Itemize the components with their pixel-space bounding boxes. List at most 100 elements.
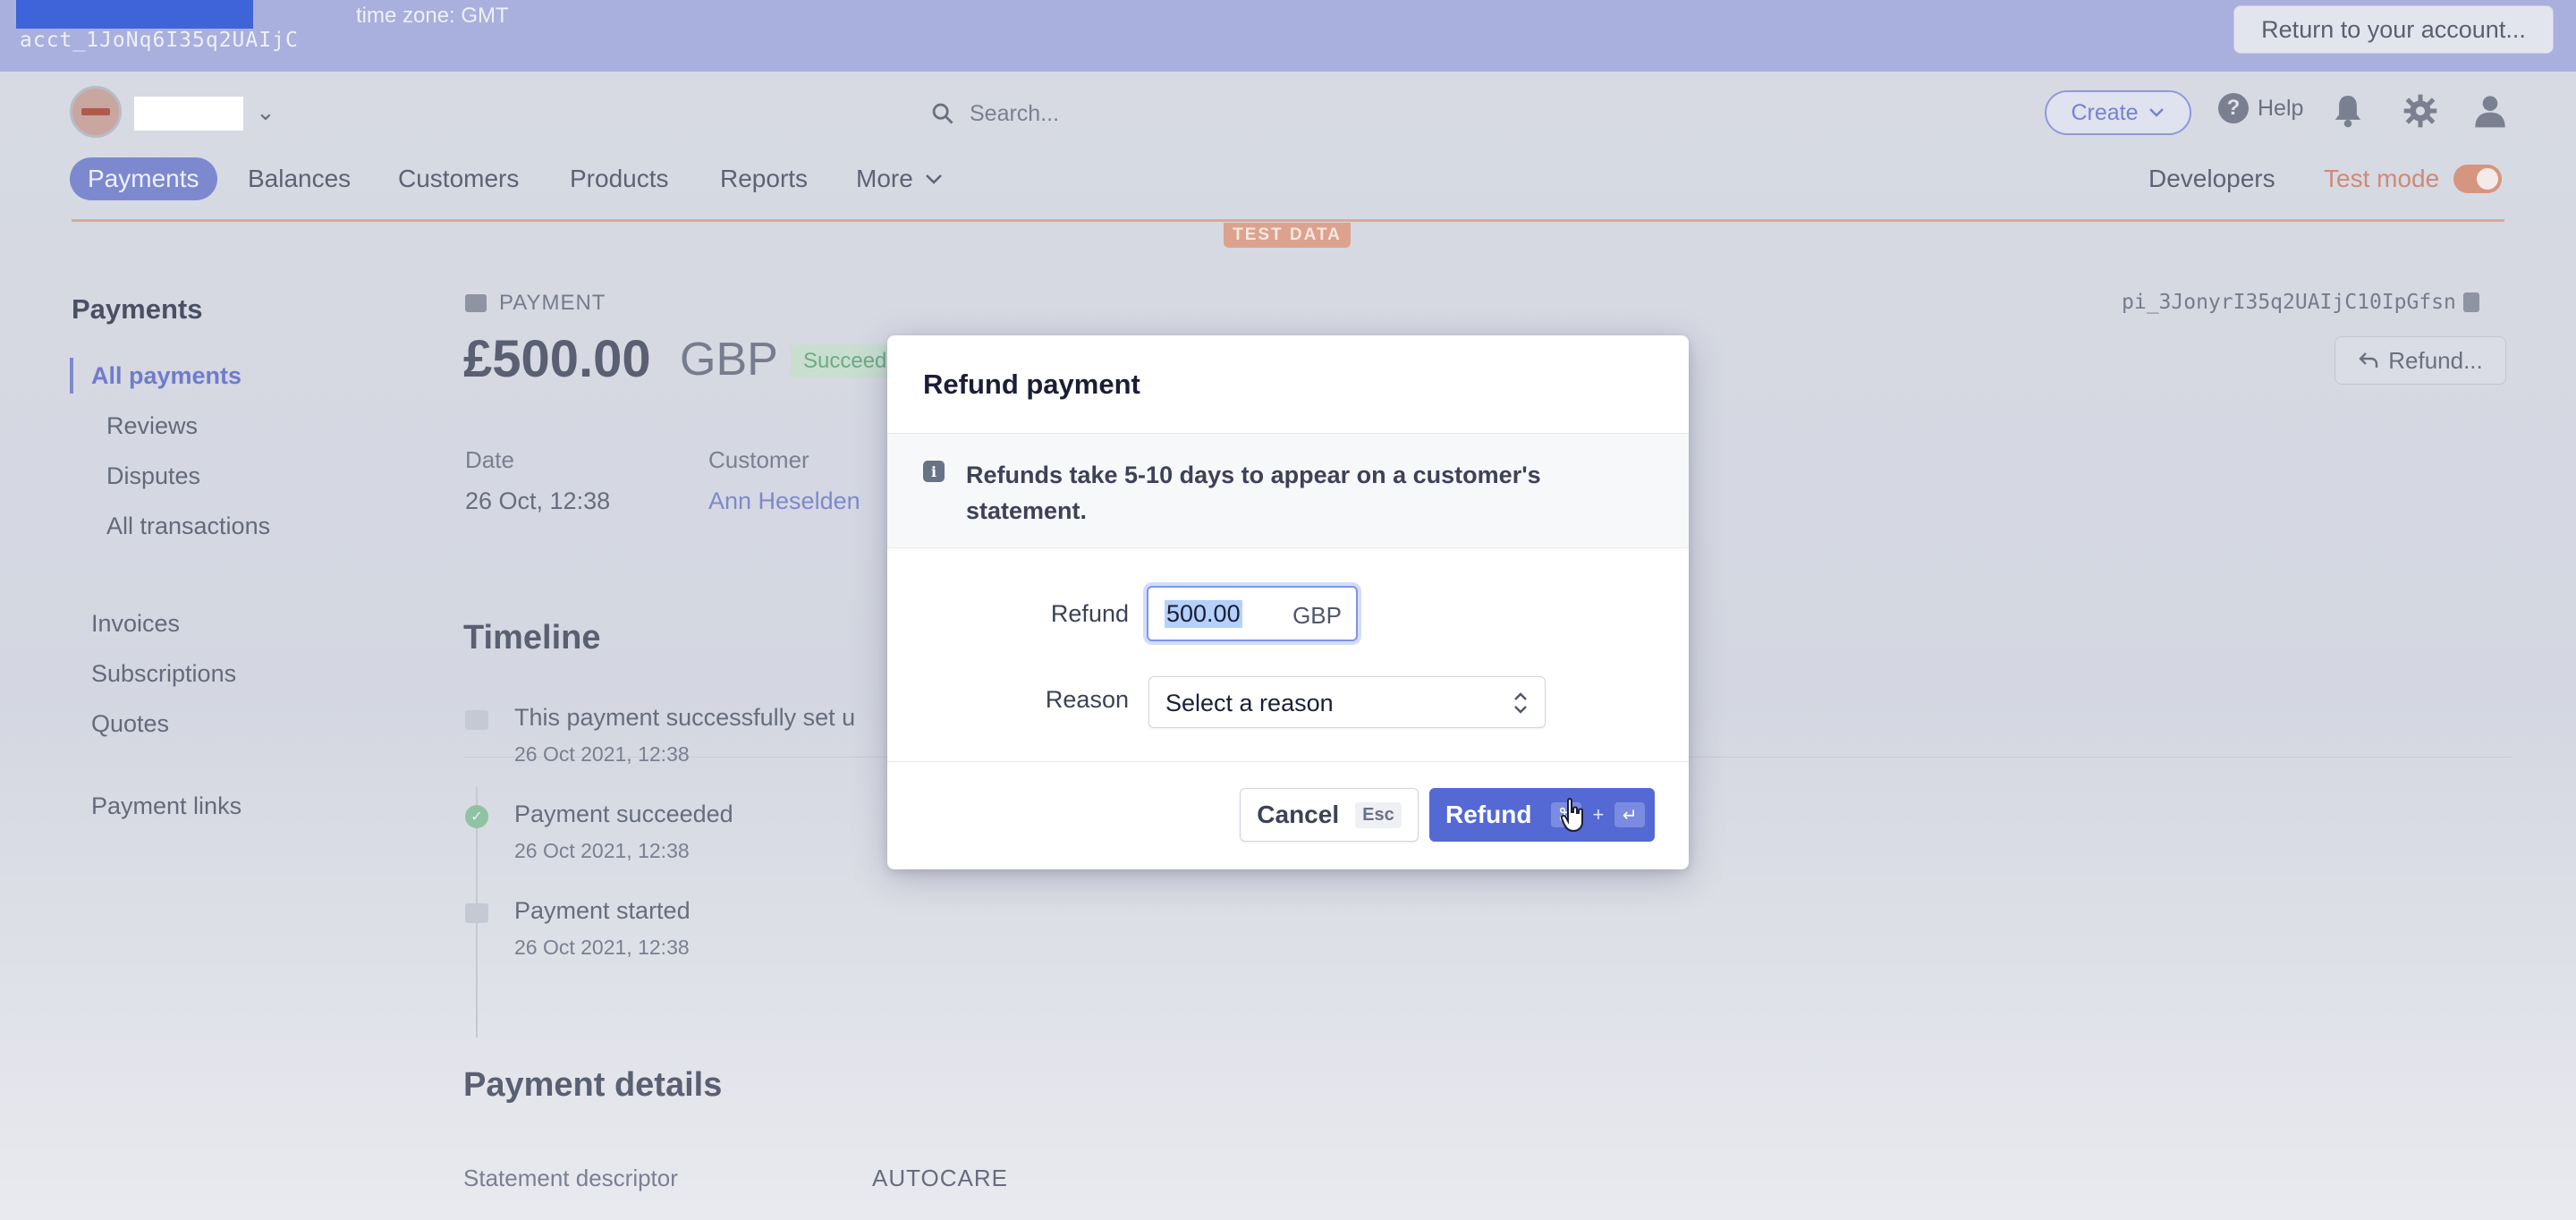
reason-select[interactable]: Select a reason bbox=[1148, 676, 1546, 728]
sidebar-active-indicator bbox=[70, 358, 73, 394]
refund-currency: GBP bbox=[1292, 602, 1342, 629]
dashboard-page: ⌄ Search... Create ? Help Payments Balan… bbox=[0, 72, 2576, 1220]
test-mode-toggle[interactable]: Test mode bbox=[2324, 157, 2503, 200]
tab-customers[interactable]: Customers bbox=[398, 157, 519, 200]
undo-icon bbox=[2359, 352, 2378, 368]
customer-link[interactable]: Ann Heselden bbox=[708, 487, 860, 515]
hand-cursor-icon bbox=[1560, 798, 1583, 833]
gear-icon[interactable] bbox=[2402, 93, 2438, 129]
top-header: ⌄ Search... Create ? Help bbox=[0, 72, 2576, 152]
create-label: Create bbox=[2071, 99, 2139, 125]
sidebar-item-subscriptions[interactable]: Subscriptions bbox=[91, 660, 236, 688]
sidebar-item-invoices[interactable]: Invoices bbox=[91, 610, 180, 638]
tab-balances[interactable]: Balances bbox=[248, 157, 351, 200]
admin-bar: acct_1JoNq6I35q2UAIjC time zone: GMT Ret… bbox=[0, 0, 2576, 72]
tab-more[interactable]: More bbox=[856, 157, 944, 200]
search-icon bbox=[932, 103, 953, 124]
search-placeholder: Search... bbox=[970, 100, 1060, 126]
sidebar-item-payment-links[interactable]: Payment links bbox=[91, 792, 242, 820]
help-button[interactable]: ? Help bbox=[2218, 93, 2303, 123]
developers-link[interactable]: Developers bbox=[2148, 157, 2275, 200]
card-icon bbox=[465, 903, 488, 923]
sidebar-title: Payments bbox=[72, 293, 203, 325]
user-icon[interactable] bbox=[2472, 93, 2508, 129]
modal-header: Refund payment bbox=[887, 335, 1689, 434]
tab-products[interactable]: Products bbox=[570, 157, 669, 200]
sidebar-item-quotes[interactable]: Quotes bbox=[91, 710, 169, 738]
date-value: 26 Oct, 12:38 bbox=[465, 487, 611, 514]
refund-open-button[interactable]: Refund... bbox=[2334, 336, 2506, 385]
cancel-label: Cancel bbox=[1257, 801, 1340, 828]
reason-selected-value: Select a reason bbox=[1165, 690, 1334, 716]
sidebar-item-all-transactions[interactable]: All transactions bbox=[106, 513, 270, 540]
modal-title: Refund payment bbox=[923, 368, 1140, 400]
payment-label: PAYMENT bbox=[465, 291, 606, 316]
refund-amount-value: 500.00 bbox=[1165, 600, 1242, 628]
refund-amount-input[interactable]: 500.00 GBP bbox=[1147, 586, 1358, 641]
statement-descriptor-value: AUTOCARE bbox=[872, 1165, 1008, 1191]
payment-details-title: Payment details bbox=[463, 1066, 723, 1104]
check-circle-icon: ✓ bbox=[465, 805, 488, 828]
help-label: Help bbox=[2258, 95, 2304, 121]
logo-mark bbox=[81, 108, 110, 115]
esc-shortcut: Esc bbox=[1355, 801, 1402, 828]
timezone-label: time zone: GMT bbox=[356, 4, 509, 28]
admin-highlight bbox=[16, 0, 253, 29]
enter-key-icon: ↵ bbox=[1614, 802, 1646, 827]
sidebar-item-disputes[interactable]: Disputes bbox=[106, 462, 200, 490]
modal-footer-divider bbox=[887, 761, 1689, 762]
return-to-account-button[interactable]: Return to your account... bbox=[2233, 5, 2554, 54]
chevron-down-icon bbox=[2148, 108, 2164, 117]
clipboard-icon[interactable] bbox=[2462, 292, 2479, 312]
timeline-event-date: 26 Oct 2021, 12:38 bbox=[514, 742, 690, 766]
notice-text: Refunds take 5-10 days to appear on a cu… bbox=[966, 462, 1541, 524]
cancel-button[interactable]: Cancel Esc bbox=[1240, 788, 1419, 842]
refund-open-label: Refund... bbox=[2388, 346, 2483, 374]
search-bar[interactable]: Search... bbox=[921, 91, 1664, 136]
account-logo[interactable] bbox=[70, 86, 122, 138]
test-data-badge: TEST DATA bbox=[1224, 223, 1351, 248]
timeline-title: Timeline bbox=[463, 619, 601, 657]
payment-amount: £500.00 bbox=[463, 330, 651, 388]
test-data-line bbox=[72, 219, 2504, 222]
info-icon: i bbox=[923, 461, 945, 482]
sidebar-item-reviews[interactable]: Reviews bbox=[106, 412, 198, 440]
customer-label: Customer bbox=[708, 446, 809, 473]
main-nav: Payments Balances Customers Products Rep… bbox=[0, 152, 2576, 215]
tab-reports[interactable]: Reports bbox=[720, 157, 808, 200]
refund-modal: Refund payment i Refunds take 5-10 days … bbox=[887, 335, 1689, 869]
payment-label-text: PAYMENT bbox=[499, 291, 606, 315]
tab-payments[interactable]: Payments bbox=[70, 157, 217, 200]
timeline-event-text: This payment successfully set u bbox=[514, 704, 856, 731]
timeline-event-date: 26 Oct 2021, 12:38 bbox=[514, 839, 690, 862]
create-button[interactable]: Create bbox=[2045, 90, 2191, 135]
chevron-down-icon[interactable]: ⌄ bbox=[256, 98, 275, 126]
toggle-switch[interactable] bbox=[2453, 165, 2503, 193]
card-icon bbox=[465, 294, 487, 312]
toggle-knob bbox=[2477, 168, 2499, 190]
select-arrows-icon bbox=[1514, 692, 1527, 714]
status-badge: Succeed bbox=[791, 344, 900, 378]
help-icon: ? bbox=[2218, 93, 2249, 123]
payment-currency: GBP bbox=[680, 334, 778, 385]
refund-submit-button[interactable]: Refund ⌘ + ↵ bbox=[1429, 788, 1655, 842]
reason-label: Reason bbox=[1045, 686, 1129, 713]
card-icon bbox=[465, 710, 488, 730]
refund-notice: i Refunds take 5-10 days to appear on a … bbox=[887, 434, 1689, 548]
statement-descriptor-label: Statement descriptor bbox=[463, 1165, 678, 1191]
timeline-event-date: 26 Oct 2021, 12:38 bbox=[514, 936, 690, 959]
payment-id[interactable]: pi_3JonyrI35q2UAIjC10IpGfsn bbox=[2122, 291, 2479, 314]
chevron-down-icon bbox=[925, 174, 942, 184]
account-name-redacted[interactable] bbox=[134, 97, 243, 131]
sidebar-item-all-payments[interactable]: All payments bbox=[91, 362, 242, 390]
payment-id-text: pi_3JonyrI35q2UAIjC10IpGfsn bbox=[2122, 291, 2456, 314]
date-label: Date bbox=[465, 446, 514, 473]
shortcut-plus: + bbox=[1592, 803, 1605, 826]
refund-amount-label: Refund bbox=[1050, 600, 1129, 627]
account-id: acct_1JoNq6I35q2UAIjC bbox=[20, 29, 299, 52]
refund-submit-label: Refund bbox=[1445, 801, 1532, 828]
tab-more-label: More bbox=[856, 165, 913, 192]
test-mode-label: Test mode bbox=[2324, 165, 2440, 192]
timeline-event-text: Payment started bbox=[514, 897, 691, 924]
bell-icon[interactable] bbox=[2333, 93, 2363, 129]
